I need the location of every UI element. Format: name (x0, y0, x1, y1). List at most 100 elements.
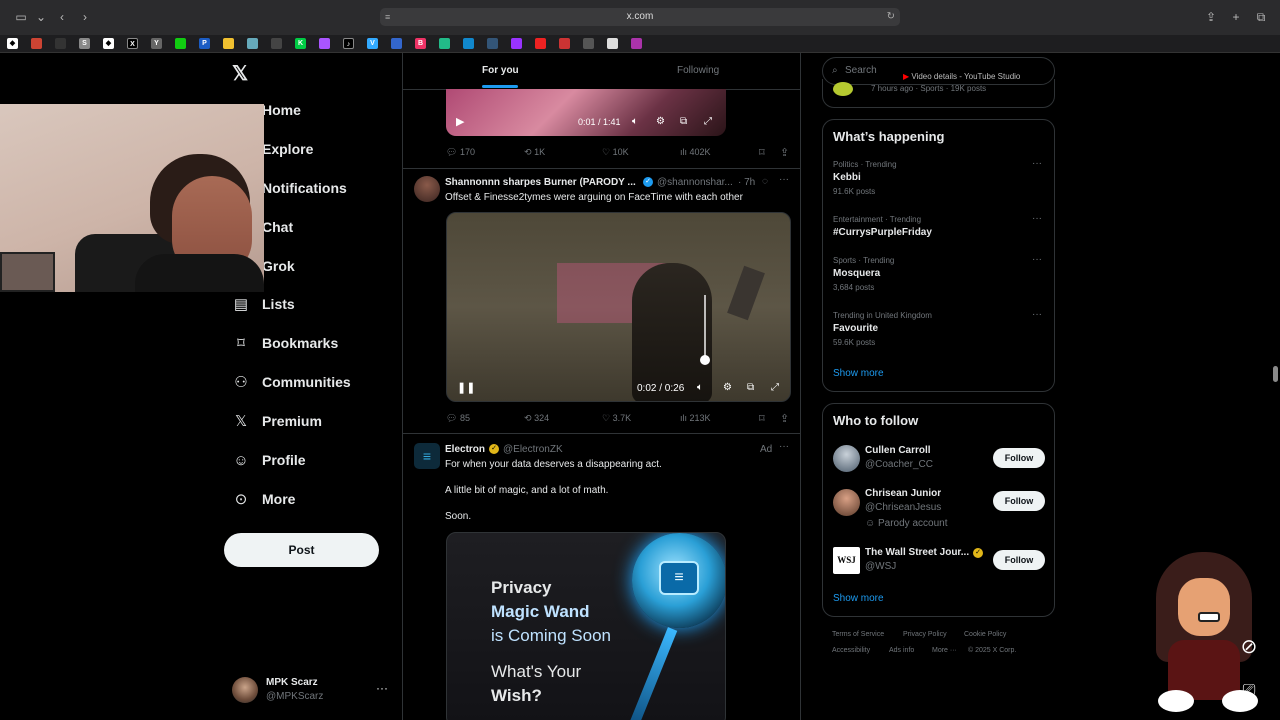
page-settings-icon[interactable]: ≡ (385, 8, 390, 26)
reply-button[interactable]: 💬︎ 85 (446, 413, 470, 424)
sidebar-toggle-icon[interactable]: ▭ (14, 10, 28, 24)
more-icon[interactable]: ··· (1032, 309, 1042, 320)
favorite-icon[interactable]: V (367, 38, 378, 49)
show-more-link[interactable]: Show more (833, 368, 884, 379)
views-button[interactable]: ılı 213K (680, 413, 711, 423)
favorite-icon[interactable]: ◆ (7, 38, 18, 49)
more-icon[interactable]: ··· (1032, 158, 1042, 169)
reply-button[interactable]: 💬︎ 170 (446, 147, 475, 158)
favorite-icon[interactable] (271, 38, 282, 49)
favorite-icon[interactable] (55, 38, 66, 49)
favorite-icon[interactable] (463, 38, 474, 49)
favorite-icon[interactable]: S (79, 38, 90, 49)
favorite-icon[interactable] (631, 38, 642, 49)
post-author[interactable]: Electron (445, 444, 485, 455)
address-bar[interactable]: ≡ x.com ↻ (380, 8, 900, 26)
more-icon[interactable]: ··· (1032, 213, 1042, 224)
settings-icon[interactable]: ⚙ (723, 382, 732, 393)
share-icon[interactable]: ⇪ (1204, 10, 1218, 24)
nav-item-lists[interactable]: ▤ Lists (230, 291, 295, 317)
follow-button[interactable]: Follow (993, 491, 1045, 511)
footer-link[interactable]: Accessibility (832, 647, 870, 654)
chevron-down-icon[interactable]: ⌄ (34, 10, 48, 24)
share-icon[interactable]: ⇪ (780, 146, 789, 159)
back-icon[interactable]: ‹ (55, 10, 69, 24)
follow-button[interactable]: Follow (993, 448, 1045, 468)
fullscreen-icon[interactable]: ⤢ (704, 116, 712, 127)
play-icon[interactable]: ▶ (456, 115, 464, 128)
like-button[interactable]: ♡ 3.7K (602, 413, 631, 424)
repost-button[interactable]: ⟲ 324 (524, 413, 549, 424)
favorite-icon[interactable] (175, 38, 186, 49)
bookmark-icon[interactable]: ⌑ (759, 146, 765, 159)
volume-icon[interactable]: 🔈︎ (632, 116, 638, 127)
favorite-icon[interactable]: ♪ (343, 38, 354, 49)
nav-item-communities[interactable]: ⚇ Communities (230, 369, 350, 395)
nav-item-bookmarks[interactable]: ⌑ Bookmarks (230, 330, 338, 356)
favorite-icon[interactable] (391, 38, 402, 49)
video-player[interactable]: ❚❚ 0:02 / 0:26 🔈︎ ⚙ ⧉ ⤢ (446, 212, 791, 402)
post-handle[interactable]: @ElectronZK (503, 444, 563, 455)
x-logo-icon[interactable]: 𝕏 (232, 61, 248, 86)
favorite-icon[interactable] (223, 38, 234, 49)
like-button[interactable]: ♡ 10K (602, 147, 629, 158)
reload-icon[interactable]: ↻ (887, 8, 895, 26)
settings-icon[interactable]: ⚙ (656, 116, 665, 127)
pause-icon[interactable]: ❚❚ (457, 381, 475, 394)
repost-button[interactable]: ⟲ 1K (524, 147, 545, 158)
share-icon[interactable]: ⇪ (780, 412, 789, 425)
footer-link[interactable]: More ··· (932, 647, 957, 654)
x-favorite-icon[interactable]: X (127, 38, 138, 49)
forward-icon[interactable]: › (78, 10, 92, 24)
favorite-icon[interactable] (487, 38, 498, 49)
avatar[interactable]: ≡ (414, 443, 440, 469)
favorite-icon[interactable] (559, 38, 570, 49)
grok-icon[interactable]: ◌ (762, 176, 768, 187)
post-time[interactable]: · 7h (738, 177, 755, 188)
more-icon[interactable]: ··· (1032, 254, 1042, 265)
favorite-icon[interactable] (319, 38, 330, 49)
avatar[interactable] (414, 176, 440, 202)
footer-link[interactable]: Terms of Service (832, 631, 884, 638)
footer-link[interactable]: Cookie Policy (964, 631, 1006, 638)
follow-button[interactable]: Follow (993, 550, 1045, 570)
new-tab-icon[interactable]: + (1229, 10, 1243, 24)
pip-icon[interactable]: ⧉ (747, 382, 754, 393)
favorite-icon[interactable] (511, 38, 522, 49)
more-icon[interactable]: ··· (376, 681, 388, 695)
favorite-icon[interactable]: Y (151, 38, 162, 49)
favorite-icon[interactable] (31, 38, 42, 49)
fullscreen-icon[interactable]: ⤢ (771, 382, 779, 393)
volume-icon[interactable]: 🔈︎ (697, 382, 703, 393)
post-author[interactable]: Shannonnn sharpes Burner (PARODY ... (445, 177, 636, 188)
favorite-icon[interactable]: B (415, 38, 426, 49)
favorite-icon[interactable] (439, 38, 450, 49)
more-icon[interactable]: ··· (779, 441, 789, 452)
more-icon[interactable]: ··· (779, 174, 789, 185)
bookmark-icon[interactable]: ⌑ (759, 412, 765, 425)
scrollbar-thumb[interactable] (1273, 366, 1278, 382)
favorite-icon[interactable] (583, 38, 594, 49)
tab-for-you[interactable]: For you (403, 53, 602, 89)
favorite-icon[interactable] (247, 38, 258, 49)
post-button[interactable]: Post (224, 533, 379, 567)
tab-overview-icon[interactable]: ⧉ (1254, 10, 1268, 24)
favorite-icon[interactable]: P (199, 38, 210, 49)
nav-item-more[interactable]: ⊙ More (230, 486, 296, 512)
post-handle[interactable]: @shannonshar... (657, 177, 733, 188)
nav-item-premium[interactable]: 𝕏 Premium (230, 408, 322, 434)
views-button[interactable]: ılı 402K (680, 147, 711, 157)
pip-icon[interactable]: ⧉ (680, 116, 687, 127)
volume-slider-thumb[interactable] (700, 355, 710, 365)
favorite-icon[interactable] (535, 38, 546, 49)
footer-link[interactable]: Privacy Policy (903, 631, 947, 638)
show-more-link[interactable]: Show more (833, 593, 884, 604)
volume-slider-track[interactable] (704, 295, 706, 361)
video-player[interactable]: ▶ 0:01 / 1:41 🔈︎ ⚙ ⧉ ⤢ (446, 89, 726, 136)
favorite-icon[interactable]: K (295, 38, 306, 49)
account-switcher[interactable]: MPK Scarz @MPKScarz ··· (232, 675, 392, 705)
tab-following[interactable]: Following (603, 53, 800, 89)
footer-link[interactable]: Ads info (889, 647, 914, 654)
nav-item-profile[interactable]: ☺ Profile (230, 447, 305, 473)
favorite-icon[interactable]: ◆ (103, 38, 114, 49)
